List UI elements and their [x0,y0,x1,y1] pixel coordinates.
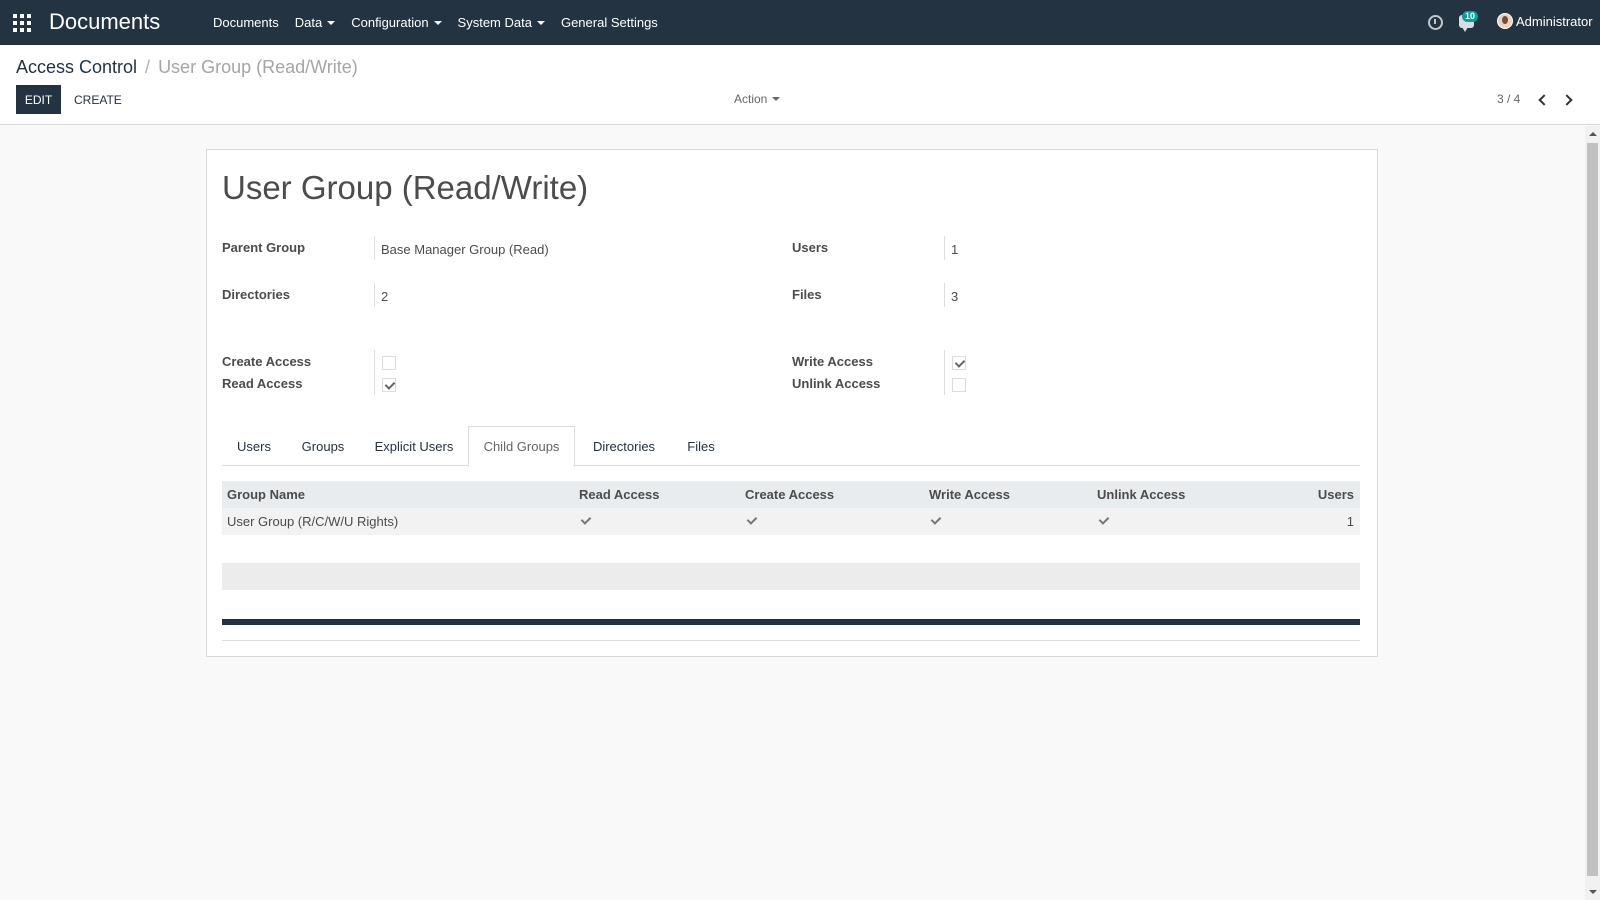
directories-label: Directories [222,287,290,302]
menu-label: Data [294,15,323,30]
check-icon [745,514,759,528]
chevron-right-icon[interactable] [1563,94,1573,106]
check-icon [1097,514,1111,528]
users-count: 1 [951,242,959,257]
scrollbar-thumb[interactable] [1587,143,1598,876]
tab-groups[interactable]: Groups [286,426,360,466]
caret-down-icon [327,20,336,25]
menu-label: System Data [457,15,532,30]
tab-explicit-users[interactable]: Explicit Users [360,426,468,466]
read-access-checkbox [382,378,396,392]
activity-clock-icon[interactable] [1428,15,1443,30]
table-header: Group Name Read Access Create Access Wri… [222,481,1360,508]
menu-data[interactable]: Data [287,15,343,30]
breadcrumb-parent-link[interactable]: Access Control [16,57,137,77]
users-label: Users [792,240,829,255]
notification-badge: 10 [1462,11,1479,22]
tab-users[interactable]: Users [222,426,286,466]
edit-button[interactable]: EDIT [16,85,61,114]
parent-group-link[interactable]: Base Manager Group (Read) [374,242,549,257]
vertical-scrollbar[interactable] [1585,126,1600,900]
table-row[interactable]: User Group (R/C/W/U Rights) 1 [222,508,1360,535]
divider [222,640,1360,641]
parent-group-label: Parent Group [222,240,306,255]
tab-directories[interactable]: Directories [575,426,673,466]
user-menu[interactable]: Administrator [1516,14,1593,29]
action-dropdown[interactable]: Action [734,92,781,106]
menu-label: General Settings [560,15,658,30]
record-title: User Group (Read/Write) [222,169,589,206]
form-sheet: User Group (Read/Write) Parent Group Bas… [206,149,1378,657]
app-brand[interactable]: Documents [49,9,160,35]
action-label: Action [734,92,768,106]
menu-system-data[interactable]: System Data [450,15,553,30]
main-menu: Documents Data Configuration System Data… [205,0,666,45]
notebook-tabs: Users Groups Explicit Users Child Groups… [222,426,1360,467]
directories-count: 2 [381,289,389,304]
column-read-access[interactable]: Read Access [579,481,659,508]
caret-down-icon [536,20,545,25]
caret-down-icon [772,97,781,101]
files-label: Files [792,287,822,302]
column-users[interactable]: Users [1318,481,1354,508]
app-grid-icon[interactable] [13,14,31,32]
read-access-label: Read Access [222,376,303,391]
pager-value[interactable]: 3 / 4 [1497,92,1520,106]
column-group-name[interactable]: Group Name [227,481,305,508]
menu-documents[interactable]: Documents [205,15,287,30]
column-unlink-access[interactable]: Unlink Access [1097,481,1185,508]
breadcrumb-current: User Group (Read/Write) [158,57,358,77]
unlink-access-label: Unlink Access [792,376,881,391]
menu-label: Documents [213,15,279,30]
control-panel: Access Control / User Group (Read/Write) E… [0,45,1600,125]
menu-general-settings[interactable]: General Settings [553,15,666,30]
breadcrumb: Access Control / User Group (Read/Write) [16,57,358,78]
scroll-down-arrow-icon[interactable] [1589,890,1597,894]
column-create-access[interactable]: Create Access [745,481,834,508]
unlink-access-checkbox [952,378,966,392]
scroll-up-arrow-icon[interactable] [1589,132,1597,136]
top-navbar: Documents Documents Data Configuration S… [0,0,1600,45]
tab-child-groups[interactable]: Child Groups [468,426,575,467]
chevron-left-icon[interactable] [1537,94,1547,106]
files-count: 3 [951,289,959,304]
create-button[interactable]: CREATE [64,85,132,114]
field-divider [374,350,375,395]
table-footer-bar [222,619,1360,625]
field-divider [944,350,945,395]
write-access-label: Write Access [792,354,873,369]
create-access-checkbox [382,356,396,370]
create-access-label: Create Access [222,354,312,369]
check-icon [929,514,943,528]
menu-configuration[interactable]: Configuration [343,15,449,30]
tab-files[interactable]: Files [673,426,729,466]
caret-down-icon [433,20,442,25]
check-icon [579,514,593,528]
empty-row [222,563,1360,590]
menu-label: Configuration [351,15,429,30]
column-write-access[interactable]: Write Access [929,481,1010,508]
write-access-checkbox [952,356,966,370]
cell-users: 1 [1346,514,1354,529]
user-avatar[interactable] [1497,13,1513,29]
breadcrumb-separator: / [145,57,151,77]
cell-group-name: User Group (R/C/W/U Rights) [227,514,399,529]
